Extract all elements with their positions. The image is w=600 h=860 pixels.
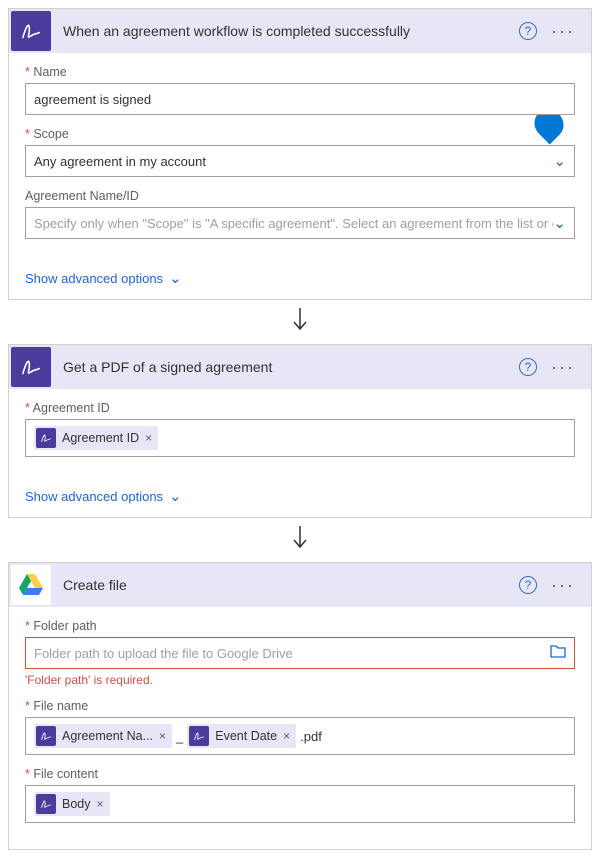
field-agreement-name-id: Agreement Name/ID Specify only when "Sco…: [25, 189, 575, 239]
token-label: Agreement Na...: [62, 729, 153, 743]
token-label: Event Date: [215, 729, 277, 743]
token-remove-icon[interactable]: ×: [283, 729, 290, 743]
google-drive-icon: [11, 565, 51, 605]
agreement-select[interactable]: Specify only when "Scope" is "A specific…: [25, 207, 575, 239]
field-label: Folder path: [25, 619, 575, 633]
field-label: Agreement Name/ID: [25, 189, 575, 203]
step-card-create-file: Create file ? ··· Folder path Folder pat…: [8, 562, 592, 850]
chevron-down-icon: ⌄: [553, 214, 566, 232]
token-label: Body: [62, 797, 91, 811]
token-body[interactable]: Body ×: [34, 792, 110, 816]
agreement-placeholder: Specify only when "Scope" is "A specific…: [34, 216, 553, 231]
card-title: When an agreement workflow is completed …: [53, 23, 519, 39]
step-card-trigger: When an agreement workflow is completed …: [8, 8, 592, 300]
file-content-input[interactable]: Body ×: [25, 785, 575, 823]
folder-picker-icon[interactable]: [550, 645, 566, 661]
field-label: Agreement ID: [25, 401, 575, 415]
card-title: Get a PDF of a signed agreement: [53, 359, 519, 375]
name-input-value: agreement is signed: [34, 92, 151, 107]
chevron-down-icon: ⌄: [169, 487, 182, 505]
field-file-name: File name Agreement Na... × _: [25, 699, 575, 755]
card-header[interactable]: Get a PDF of a signed agreement ? ···: [9, 345, 591, 389]
card-header[interactable]: When an agreement workflow is completed …: [9, 9, 591, 53]
chevron-down-icon: ⌄: [169, 269, 182, 287]
help-icon[interactable]: ?: [519, 22, 537, 40]
token-agreement-id[interactable]: Agreement ID ×: [34, 426, 158, 450]
field-folder-path: Folder path Folder path to upload the fi…: [25, 619, 575, 687]
adobe-sign-icon: [11, 347, 51, 387]
folder-path-input[interactable]: Folder path to upload the file to Google…: [25, 637, 575, 669]
adobe-sign-icon: [11, 11, 51, 51]
field-label: Name: [25, 65, 575, 79]
step-card-get-pdf: Get a PDF of a signed agreement ? ··· Ag…: [8, 344, 592, 518]
folder-path-error: 'Folder path' is required.: [25, 673, 575, 687]
show-advanced-toggle[interactable]: Show advanced options ⌄: [9, 265, 591, 299]
token-remove-icon[interactable]: ×: [159, 729, 166, 743]
field-label: File name: [25, 699, 575, 713]
folder-path-placeholder: Folder path to upload the file to Google…: [34, 646, 544, 661]
help-icon[interactable]: ?: [519, 358, 537, 376]
field-name: Name agreement is signed: [25, 65, 575, 115]
scope-select[interactable]: Any agreement in my account ⌄: [25, 145, 575, 177]
file-name-separator: _: [176, 729, 183, 744]
token-label: Agreement ID: [62, 431, 139, 445]
field-scope: Scope Any agreement in my account ⌄: [25, 127, 575, 177]
adobe-sign-icon: [36, 726, 56, 746]
show-advanced-toggle[interactable]: Show advanced options ⌄: [9, 483, 591, 517]
token-agreement-name[interactable]: Agreement Na... ×: [34, 724, 172, 748]
token-remove-icon[interactable]: ×: [145, 431, 152, 445]
file-name-input[interactable]: Agreement Na... × _ Event Date × .pdf: [25, 717, 575, 755]
token-remove-icon[interactable]: ×: [97, 797, 104, 811]
adobe-sign-icon: [36, 428, 56, 448]
help-icon[interactable]: ?: [519, 576, 537, 594]
agreement-id-input[interactable]: Agreement ID ×: [25, 419, 575, 457]
scope-select-value: Any agreement in my account: [34, 154, 206, 169]
field-label: File content: [25, 767, 575, 781]
chevron-down-icon: ⌄: [553, 152, 566, 170]
flow-arrow-icon: [8, 302, 592, 344]
more-menu-icon[interactable]: ···: [547, 580, 579, 590]
field-label: Scope: [25, 127, 575, 141]
more-menu-icon[interactable]: ···: [547, 362, 579, 372]
card-header[interactable]: Create file ? ···: [9, 563, 591, 607]
field-agreement-id: Agreement ID Agreement ID ×: [25, 401, 575, 457]
token-event-date[interactable]: Event Date ×: [187, 724, 296, 748]
file-name-suffix: .pdf: [300, 729, 322, 744]
card-title: Create file: [53, 577, 519, 593]
more-menu-icon[interactable]: ···: [547, 26, 579, 36]
flow-arrow-icon: [8, 520, 592, 562]
adobe-sign-icon: [189, 726, 209, 746]
name-input[interactable]: agreement is signed: [25, 83, 575, 115]
field-file-content: File content Body ×: [25, 767, 575, 823]
adobe-sign-icon: [36, 794, 56, 814]
